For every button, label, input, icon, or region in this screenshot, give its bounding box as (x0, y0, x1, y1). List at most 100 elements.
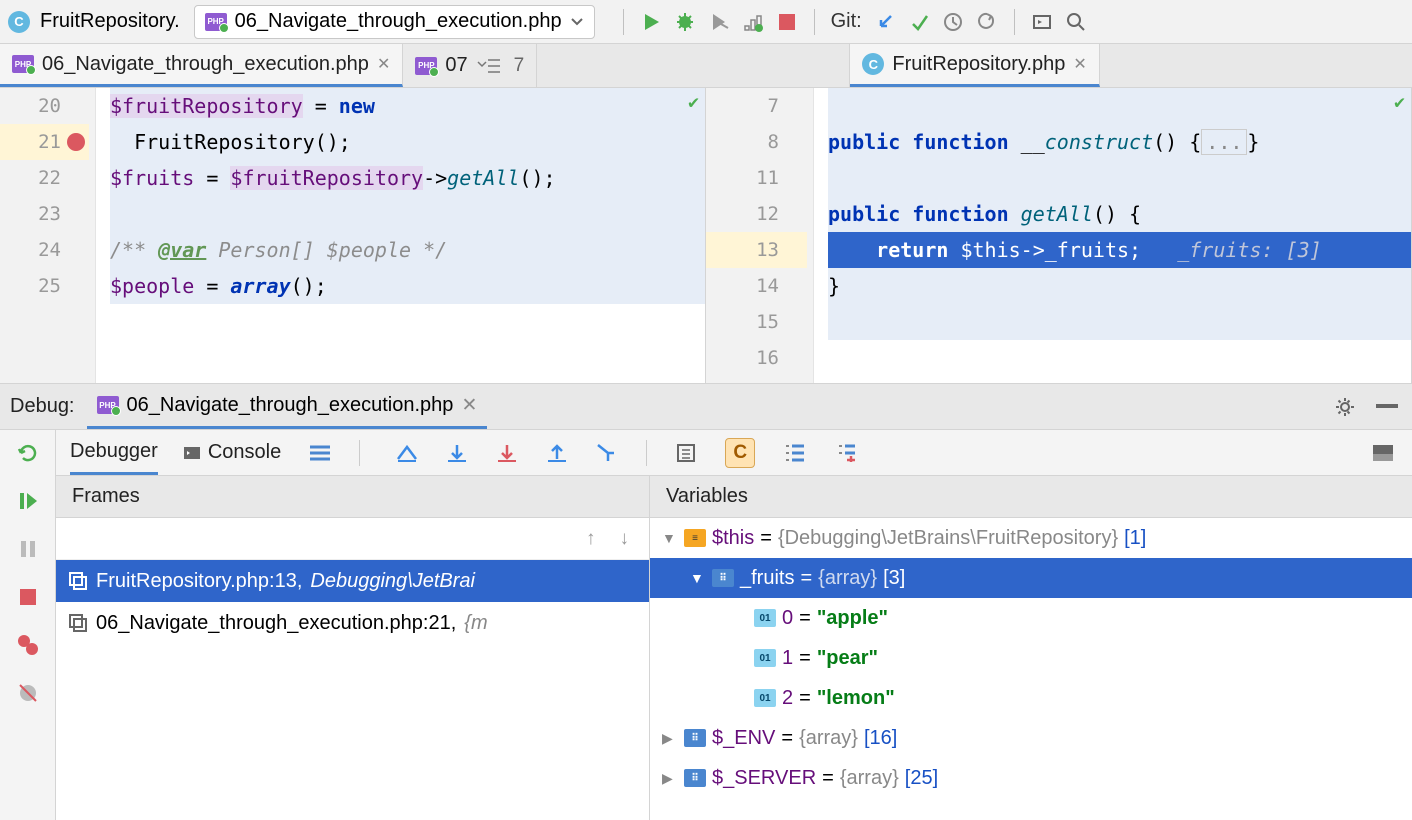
var-fruits[interactable]: ▼ ⠿ _fruits = {array} [3] (650, 558, 1412, 598)
trace-button[interactable]: C (725, 438, 755, 468)
line-number: 14 (706, 268, 807, 304)
variables-tree[interactable]: ▼ ≡ $this = {Debugging\JetBrains\FruitRe… (650, 518, 1412, 820)
php-file-icon: PHP (12, 55, 34, 73)
collapse-icon[interactable]: ▼ (690, 570, 706, 586)
git-revert-button[interactable] (972, 7, 1002, 37)
editor-left: 20 21 22 23 24 25 ✔ $fruitRepository = n… (0, 88, 706, 383)
tab-label: FruitRepository.php (892, 53, 1065, 76)
search-everywhere-button[interactable] (1061, 7, 1091, 37)
frame-row[interactable]: FruitRepository.php:13, Debugging\JetBra… (56, 560, 649, 602)
line-number: 12 (706, 196, 807, 232)
run-anything-button[interactable] (1027, 7, 1057, 37)
gutter[interactable]: 7 8 11 12 13 14 15 16 (706, 88, 814, 383)
pause-button[interactable] (13, 534, 43, 564)
git-commit-button[interactable] (904, 7, 934, 37)
frame-prev-button[interactable]: ↑ (586, 528, 596, 550)
code-area[interactable]: ✔ public function __construct() {...} pu… (814, 88, 1411, 383)
show-execution-point-button[interactable] (392, 438, 422, 468)
gear-icon[interactable] (1330, 392, 1360, 422)
step-into-button[interactable] (492, 438, 522, 468)
mute-breakpoints-button[interactable] (13, 678, 43, 708)
run-to-cursor-button[interactable] (592, 438, 622, 468)
debug-button[interactable] (670, 7, 700, 37)
editor-tab-06[interactable]: PHP 06_Navigate_through_execution.php ✕ (0, 44, 403, 87)
add-watch-button[interactable] (833, 438, 863, 468)
close-icon[interactable]: ✕ (377, 54, 390, 74)
variables-panel: Variables ▼ ≡ $this = {Debugging\JetBrai… (650, 476, 1412, 820)
gutter[interactable]: 20 21 22 23 24 25 (0, 88, 96, 383)
debug-tool-window-header: Debug: PHP 06_Navigate_through_execution… (0, 384, 1412, 430)
run-button[interactable] (636, 7, 666, 37)
git-pull-button[interactable] (870, 7, 900, 37)
tab-more-icon (476, 58, 506, 74)
debug-sidebar (0, 430, 56, 820)
editor-right: 7 8 11 12 13 14 15 16 ✔ public function … (706, 88, 1412, 383)
string-icon: 01 (754, 689, 776, 707)
editor-tab-bar: PHP 06_Navigate_through_execution.php ✕ … (0, 44, 1412, 88)
debug-panel: Debugger Console C Frames ↑ (0, 430, 1412, 820)
variables-header: Variables (650, 476, 1412, 518)
var-this[interactable]: ▼ ≡ $this = {Debugging\JetBrains\FruitRe… (650, 518, 1412, 558)
line-number: 7 (706, 88, 807, 124)
string-icon: 01 (754, 609, 776, 627)
var-item[interactable]: 01 0 = "apple" (650, 598, 1412, 638)
step-over-button[interactable] (442, 438, 472, 468)
line-number: 8 (706, 124, 807, 160)
view-breakpoints-button[interactable] (13, 630, 43, 660)
debug-title: Debug: (10, 395, 75, 418)
frame-icon (68, 571, 88, 591)
threads-icon[interactable] (305, 438, 335, 468)
editor-tab-fruit[interactable]: C FruitRepository.php ✕ (850, 44, 1099, 87)
minimize-icon[interactable] (1372, 392, 1402, 422)
code-area[interactable]: ✔ $fruitRepository = new FruitRepository… (96, 88, 705, 383)
git-history-button[interactable] (938, 7, 968, 37)
array-icon: ⠿ (684, 729, 706, 747)
stop-button[interactable] (772, 7, 802, 37)
separator (623, 9, 624, 35)
close-icon[interactable]: ✕ (1073, 54, 1086, 74)
tab-counter: 7 (514, 55, 525, 77)
var-item[interactable]: 01 1 = "pear" (650, 638, 1412, 678)
line-number: 16 (706, 340, 807, 376)
chevron-down-icon (570, 15, 584, 29)
frame-next-button[interactable]: ↓ (620, 528, 630, 550)
step-out-button[interactable] (542, 438, 572, 468)
git-label: Git: (831, 10, 862, 33)
collapse-icon[interactable]: ▼ (662, 530, 678, 546)
debug-main: Debugger Console C Frames ↑ (56, 430, 1412, 820)
debugger-tab[interactable]: Debugger (70, 430, 158, 475)
var-env[interactable]: ▶ ⠿ $_ENV = {array} [16] (650, 718, 1412, 758)
var-item[interactable]: 01 2 = "lemon" (650, 678, 1412, 718)
frames-header: Frames (56, 476, 649, 518)
breadcrumb[interactable]: FruitRepository. (40, 10, 180, 33)
line-number: 24 (0, 232, 89, 268)
frame-location: 06_Navigate_through_execution.php:21, (96, 612, 456, 635)
php-file-icon: PHP (415, 57, 437, 75)
resume-button[interactable] (13, 486, 43, 516)
frame-row[interactable]: 06_Navigate_through_execution.php:21, {m (56, 602, 649, 644)
debug-session-tab[interactable]: PHP 06_Navigate_through_execution.php ✕ (87, 384, 488, 429)
inspections-ok-icon[interactable]: ✔ (1394, 92, 1405, 113)
console-tab[interactable]: Console (182, 430, 281, 475)
inspections-ok-icon[interactable]: ✔ (688, 92, 699, 113)
watches-icon[interactable] (779, 438, 809, 468)
expand-icon[interactable]: ▶ (662, 730, 678, 747)
profile-button[interactable] (738, 7, 768, 37)
frame-location: FruitRepository.php:13, (96, 570, 302, 593)
rerun-button[interactable] (13, 438, 43, 468)
editor-tab-07[interactable]: PHP 07 7 (403, 44, 537, 87)
line-number: 22 (0, 160, 89, 196)
separator (1014, 9, 1015, 35)
line-number: 11 (706, 160, 807, 196)
object-icon: ≡ (684, 529, 706, 547)
run-config-selector[interactable]: PHP 06_Navigate_through_execution.php (194, 5, 595, 39)
layout-icon[interactable] (1368, 438, 1398, 468)
close-icon[interactable]: ✕ (461, 394, 477, 417)
line-number: 20 (0, 88, 89, 124)
expand-icon[interactable]: ▶ (662, 770, 678, 787)
evaluate-button[interactable] (671, 438, 701, 468)
coverage-button[interactable] (704, 7, 734, 37)
main-toolbar: C FruitRepository. PHP 06_Navigate_throu… (0, 0, 1412, 44)
stop-button[interactable] (13, 582, 43, 612)
var-server[interactable]: ▶ ⠿ $_SERVER = {array} [25] (650, 758, 1412, 798)
